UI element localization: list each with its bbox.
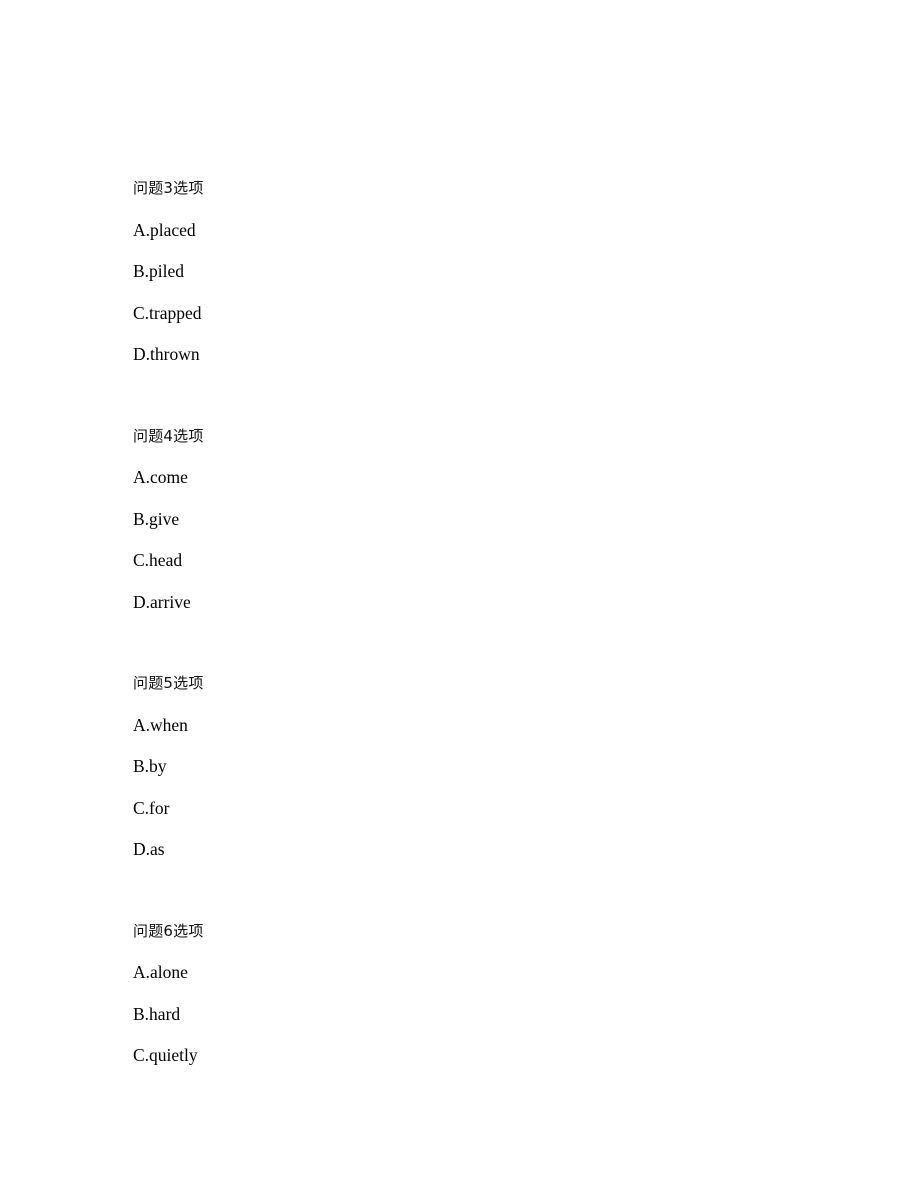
option-item: A.come xyxy=(133,467,188,487)
question-heading: 问题4选项 xyxy=(133,426,204,445)
option-item: B.by xyxy=(133,756,167,776)
document-page: 问题3选项 A.placed B.piled C.trapped D.throw… xyxy=(0,0,920,1191)
option-item: C.quietly xyxy=(133,1045,198,1065)
option-item: C.for xyxy=(133,797,170,818)
option-item: C.trapped xyxy=(133,302,202,323)
option-item: A.alone xyxy=(133,962,188,982)
document-body: 问题3选项 A.placed B.piled C.trapped D.throw… xyxy=(133,168,840,1077)
option-list: A.alone B.hard C.quietly xyxy=(133,952,840,1077)
option-list: A.when B.by C.for D.as xyxy=(133,705,840,871)
question-heading: 问题5选项 xyxy=(133,674,204,692)
question-group: 问题3选项 A.placed B.piled C.trapped D.throw… xyxy=(133,168,840,376)
question-heading: 问题6选项 xyxy=(133,921,204,940)
question-group: 问题5选项 A.when B.by C.for D.as xyxy=(133,663,840,871)
option-item: D.thrown xyxy=(133,344,200,364)
question-group: 问题4选项 A.come B.give C.head D.arrive xyxy=(133,416,840,624)
question-heading: 问题3选项 xyxy=(133,179,204,197)
option-list: A.come B.give C.head D.arrive xyxy=(133,457,840,623)
option-item: A.placed xyxy=(133,219,196,240)
option-item: B.hard xyxy=(133,1003,181,1024)
option-list: A.placed B.piled C.trapped D.thrown xyxy=(133,210,840,376)
question-group: 问题6选项 A.alone B.hard C.quietly xyxy=(133,911,840,1077)
option-item: B.give xyxy=(133,508,180,529)
option-item: C.head xyxy=(133,550,183,570)
option-item: A.when xyxy=(133,714,188,735)
option-item: B.piled xyxy=(133,261,185,281)
option-item: D.arrive xyxy=(133,591,191,612)
option-item: D.as xyxy=(133,839,165,859)
